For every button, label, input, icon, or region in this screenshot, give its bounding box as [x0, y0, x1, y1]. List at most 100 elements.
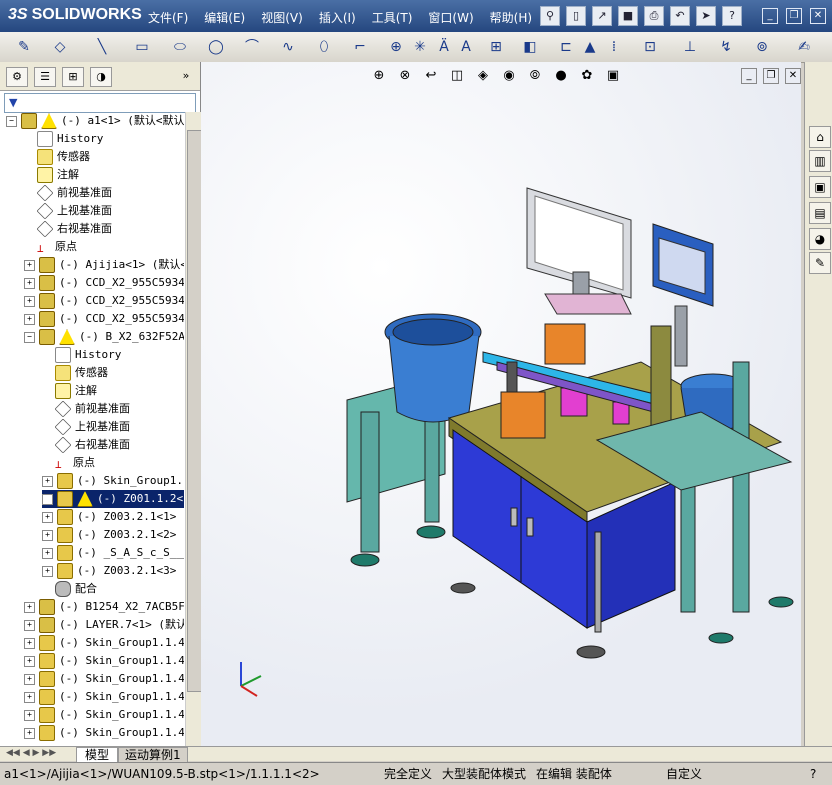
tree-item[interactable]: 传感器	[42, 364, 108, 382]
design-library-icon[interactable]: ▥	[809, 150, 831, 172]
help-icon[interactable]: ?	[722, 6, 742, 26]
tree-item[interactable]: − (-) B_X2_632F52A8	[24, 328, 184, 346]
expand-icon[interactable]: +	[42, 511, 53, 523]
tree-item[interactable]: + (-) _S_A_S_c_S___	[42, 544, 184, 562]
solidworks-resources-icon[interactable]: ⌂	[809, 126, 831, 148]
tree-item[interactable]: − (-) a1<1> (默认<默认_	[6, 112, 184, 130]
status-custom-units[interactable]: 自定义	[666, 764, 702, 784]
expand-icon[interactable]: +	[42, 475, 53, 487]
smart-dimension-icon[interactable]: ◇	[50, 37, 70, 57]
offset-icon[interactable]: ◧	[520, 37, 540, 57]
collapse-icon[interactable]: −	[6, 115, 17, 127]
tab-model[interactable]: 模型	[76, 747, 119, 763]
rectangle-icon[interactable]: ▭	[132, 37, 152, 57]
open-icon[interactable]: ↗	[592, 6, 612, 26]
tree-scrollbar[interactable]	[185, 112, 202, 746]
text-icon[interactable]: Ä	[434, 37, 454, 57]
centerline-icon[interactable]: ✳	[410, 37, 430, 57]
menu-edit[interactable]: 编辑(E)	[204, 9, 245, 26]
tree-item[interactable]: + (-) Skin_Group1.1.4<	[24, 634, 184, 652]
sketch-icon[interactable]: ✎	[14, 37, 34, 57]
spline-icon[interactable]: ∿	[278, 37, 298, 57]
feature-manager-tab-icon[interactable]: ⚙	[6, 67, 28, 87]
expand-icon[interactable]: +	[42, 529, 53, 541]
arc-icon[interactable]: ⌒	[242, 37, 262, 57]
point-icon[interactable]: ⊕	[386, 37, 406, 57]
tree-item[interactable]: + (-) B1254_X2_7ACB5F0	[24, 598, 184, 616]
move-icon[interactable]: ⊡	[640, 37, 660, 57]
circle-icon[interactable]: ◯	[206, 37, 226, 57]
tree-item[interactable]: History	[42, 346, 121, 364]
tree-item[interactable]: History	[24, 130, 103, 148]
filter-input[interactable]: ▼	[4, 93, 196, 113]
configuration-manager-tab-icon[interactable]: ⊞	[62, 67, 84, 87]
tree-item[interactable]: + (-) Z003.2.1<2> (	[42, 526, 184, 544]
expand-icon[interactable]: +	[24, 727, 35, 739]
expand-icon[interactable]: +	[24, 691, 35, 703]
tree-item[interactable]: 上视基准面	[42, 418, 130, 436]
tree-item[interactable]: + (-) Skin_Group1.1.4<	[24, 706, 184, 724]
tree-item[interactable]: 右视基准面	[24, 220, 112, 238]
expand-icon[interactable]: +	[24, 673, 35, 685]
tree-item[interactable]: + (-) Z003.2.1<1> (	[42, 508, 184, 526]
tree-item[interactable]: 传感器	[24, 148, 90, 166]
new-document-icon[interactable]: ▯	[566, 6, 586, 26]
tree-item[interactable]: + (-) Skin_Group1.1	[42, 472, 184, 490]
close-icon[interactable]: ✕	[810, 8, 826, 24]
expand-icon[interactable]: +	[24, 277, 35, 289]
menu-file[interactable]: 文件(F)	[148, 9, 188, 26]
help-question-icon[interactable]: ?	[810, 764, 816, 784]
menu-window[interactable]: 窗口(W)	[428, 9, 473, 26]
rapid-sketch-icon[interactable]: ⊚	[752, 37, 772, 57]
appearances-icon[interactable]: ◕	[809, 228, 831, 250]
grid-icon[interactable]: ⁞	[604, 37, 624, 57]
tree-item[interactable]: + (-) CCD_X2_955C5934_	[24, 310, 184, 328]
tree-item[interactable]: 上视基准面	[24, 202, 112, 220]
expand-icon[interactable]: +	[24, 259, 35, 271]
save-icon[interactable]: ■	[618, 6, 638, 26]
menu-help[interactable]: 帮助(H)	[490, 9, 532, 26]
minimize-icon[interactable]: _	[762, 8, 778, 24]
expand-icon[interactable]: +	[24, 295, 35, 307]
tree-item[interactable]: + (-) Z001.1.2<1>	[42, 490, 184, 508]
pin-icon[interactable]: ⚲	[540, 6, 560, 26]
expand-icon[interactable]: +	[24, 655, 35, 667]
slot-icon[interactable]: ⬭	[170, 37, 190, 57]
display-manager-tab-icon[interactable]: ◑	[90, 67, 112, 87]
quick-snap-icon[interactable]: ↯	[716, 37, 736, 57]
tree-item[interactable]: 注解	[42, 382, 97, 400]
file-explorer-icon[interactable]: ▣	[809, 176, 831, 198]
tree-item[interactable]: + (-) Z003.2.1<3> (	[42, 562, 184, 580]
ellipse-icon[interactable]: ⬯	[314, 37, 334, 57]
menu-view[interactable]: 视图(V)	[261, 9, 303, 26]
mirror-icon[interactable]: ⊏	[556, 37, 576, 57]
relations-icon[interactable]: ⊥	[680, 37, 700, 57]
trim-icon[interactable]: ⊞	[486, 37, 506, 57]
tree-item[interactable]: + (-) CCD_X2_955C5934_	[24, 274, 184, 292]
instant2d-icon[interactable]: ✍	[794, 37, 814, 57]
tree-item[interactable]: + (-) Skin_Group1.1.4<	[24, 724, 184, 742]
tree-item[interactable]: ⊥ 原点	[42, 454, 95, 472]
tree-item[interactable]: 前视基准面	[24, 184, 112, 202]
tree-item[interactable]: 配合	[42, 580, 97, 598]
expand-icon[interactable]: +	[24, 637, 35, 649]
tab-scroll-arrows-icon[interactable]: ◀◀ ◀ ▶ ▶▶	[6, 748, 56, 758]
print-icon[interactable]: ⎙	[644, 6, 664, 26]
tree-item[interactable]: + (-) LAYER.7<1> (默认	[24, 616, 184, 634]
tree-scrollbar-thumb[interactable]	[187, 130, 202, 692]
collapse-icon[interactable]: −	[24, 331, 35, 343]
menu-insert[interactable]: 插入(I)	[319, 9, 356, 26]
expand-icon[interactable]: +	[24, 709, 35, 721]
menu-tools[interactable]: 工具(T)	[372, 9, 413, 26]
pointer-icon[interactable]: ➤	[696, 6, 716, 26]
linear-pattern-icon[interactable]: ▲	[580, 37, 600, 57]
tree-item[interactable]: + (-) Ajijia<1> (默认<	[24, 256, 184, 274]
tree-item[interactable]: 前视基准面	[42, 400, 130, 418]
tree-item[interactable]: + (-) Skin_Group1.1.4<	[24, 652, 184, 670]
fillet-icon[interactable]: ⌐	[350, 37, 370, 57]
expand-icon[interactable]: +	[24, 313, 35, 325]
expand-icon[interactable]: +	[42, 565, 53, 577]
text-a-icon[interactable]: A	[456, 37, 476, 57]
tree-item[interactable]: 右视基准面	[42, 436, 130, 454]
line-icon[interactable]: ╲	[92, 37, 112, 57]
